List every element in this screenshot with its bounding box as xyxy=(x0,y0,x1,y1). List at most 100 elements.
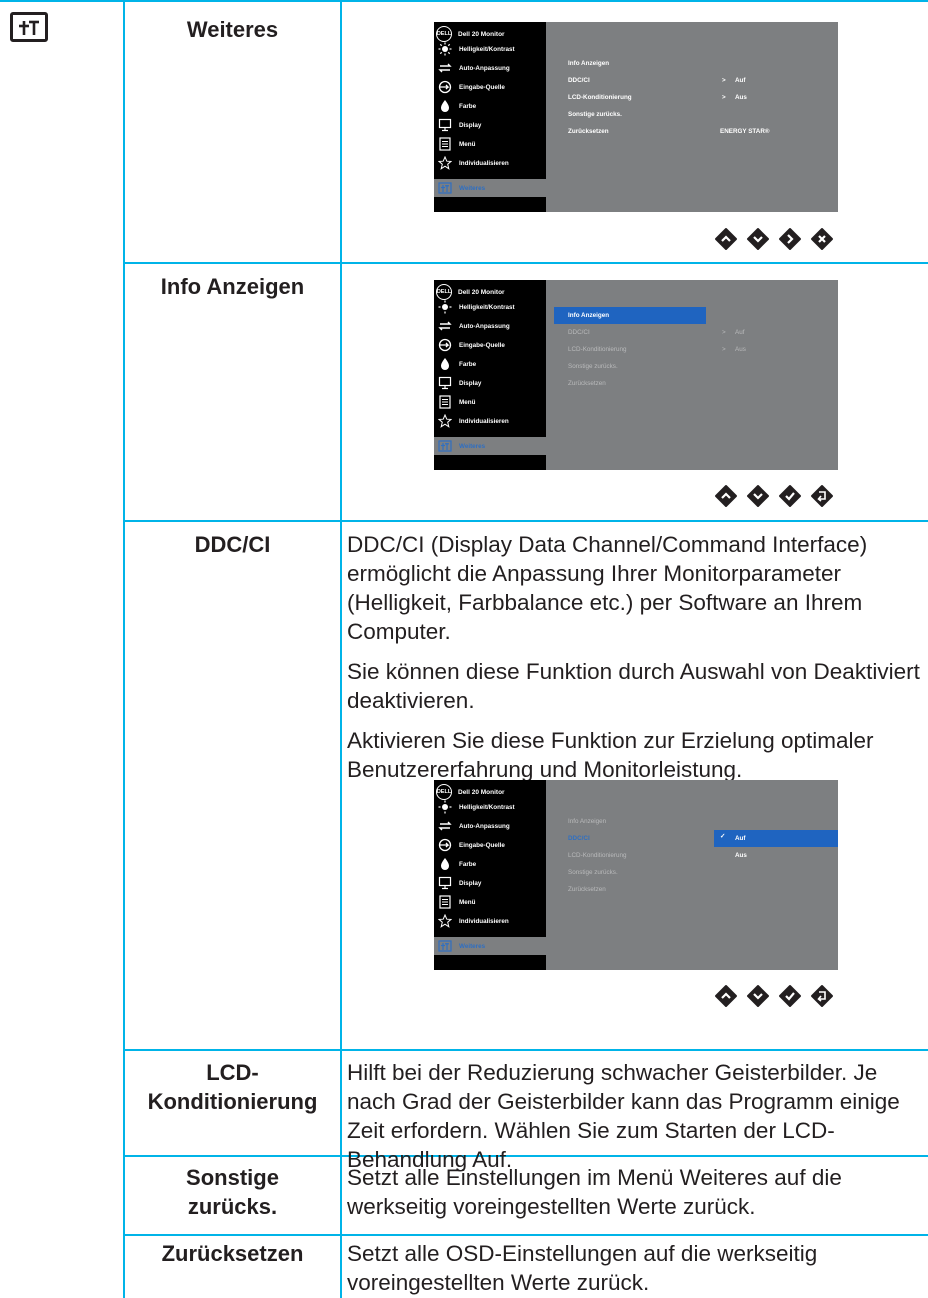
osd-submenu-sonstige[interactable]: Sonstige zurücks. xyxy=(568,111,622,118)
osd-screenshot-ddcci: DELL Dell 20 Monitor Helligkeit/Kontrast… xyxy=(434,780,838,970)
lcd-value: Aus xyxy=(735,346,746,353)
check-mark-icon: ✓ xyxy=(720,833,726,840)
osd-menu-item-weiteres[interactable]: Weiteres xyxy=(434,437,546,455)
right-icon[interactable] xyxy=(778,227,802,251)
check-icon[interactable] xyxy=(778,484,802,508)
osd-menu-item-farbe[interactable]: Farbe xyxy=(434,355,546,373)
osd-menu-item-display[interactable]: Display xyxy=(434,374,546,392)
chevron-right-icon: > xyxy=(722,77,726,84)
osd-menu-item-auto-anpassung[interactable]: Auto-Anpassung xyxy=(434,59,546,77)
osd-menu-label: Helligkeit/Kontrast xyxy=(459,303,515,311)
auto-adjust-icon xyxy=(438,61,452,75)
osd-submenu-sonstige[interactable]: Sonstige zurücks. xyxy=(568,869,618,876)
osd-submenu-lcd[interactable]: LCD-Konditionierung xyxy=(568,94,632,101)
energy-star-label: ENERGY STAR® xyxy=(720,128,770,135)
osd-menu-item-individualisieren[interactable]: Individualisieren xyxy=(434,412,546,430)
ddcci-value: Auf xyxy=(735,329,745,336)
others-icon xyxy=(438,939,452,953)
osd-submenu-zuruecksetzen[interactable]: Zurücksetzen xyxy=(568,128,609,135)
back-icon[interactable] xyxy=(810,484,834,508)
osd-menu-item-farbe[interactable]: Farbe xyxy=(434,97,546,115)
osd-menu-item-menue[interactable]: Menü xyxy=(434,135,546,153)
menu-icon xyxy=(438,895,452,909)
osd-submenu-zuruecksetzen[interactable]: Zurücksetzen xyxy=(568,380,606,387)
osd-menu-item-helligkeit[interactable]: Helligkeit/Kontrast xyxy=(434,798,546,816)
osd-screenshot-info-anzeigen: DELL Dell 20 Monitor Helligkeit/Kontrast… xyxy=(434,280,838,470)
row-label-line: LCD- xyxy=(206,1060,259,1085)
row-divider xyxy=(123,520,928,522)
input-source-icon xyxy=(438,838,452,852)
osd-menu-item-farbe[interactable]: Farbe xyxy=(434,855,546,873)
osd-title: Dell 20 Monitor xyxy=(458,288,505,296)
osd-submenu-ddcci[interactable]: DDC/CI xyxy=(568,77,590,84)
osd-menu-label: Individualisieren xyxy=(459,159,509,167)
osd-submenu-sonstige[interactable]: Sonstige zurücks. xyxy=(568,363,618,370)
down-icon[interactable] xyxy=(746,984,770,1008)
osd-menu-item-helligkeit[interactable]: Helligkeit/Kontrast xyxy=(434,298,546,316)
osd-menu-item-display[interactable]: Display xyxy=(434,116,546,134)
osd-selection-highlight xyxy=(714,830,838,847)
others-menu-icon xyxy=(10,12,48,42)
osd-submenu-lcd[interactable]: LCD-Konditionierung xyxy=(568,346,626,353)
row-label-line: Sonstige xyxy=(186,1165,279,1190)
osd-option-aus[interactable]: Aus xyxy=(735,852,747,859)
osd-menu-item-eingabe-quelle[interactable]: Eingabe-Quelle xyxy=(434,336,546,354)
osd-menu-item-helligkeit[interactable]: Helligkeit/Kontrast xyxy=(434,40,546,58)
osd-menu-item-weiteres[interactable]: Weiteres xyxy=(434,179,546,197)
up-icon[interactable] xyxy=(714,984,738,1008)
display-icon xyxy=(438,876,452,890)
osd-menu-item-individualisieren[interactable]: Individualisieren xyxy=(434,154,546,172)
osd-button-row xyxy=(714,227,834,251)
brightness-icon xyxy=(438,42,452,56)
osd-menu-item-display[interactable]: Display xyxy=(434,874,546,892)
back-icon[interactable] xyxy=(810,984,834,1008)
osd-menu-item-menue[interactable]: Menü xyxy=(434,893,546,911)
display-icon xyxy=(438,376,452,390)
description-paragraph: Aktivieren Sie diese Funktion zur Erziel… xyxy=(347,728,874,782)
auto-adjust-icon xyxy=(438,319,452,333)
up-icon[interactable] xyxy=(714,227,738,251)
chevron-right-icon: > xyxy=(722,329,726,336)
star-icon xyxy=(438,414,452,428)
lcd-description: Hilft bei der Reduzierung schwacher Geis… xyxy=(347,1060,900,1172)
row-divider xyxy=(123,262,928,264)
osd-submenu-ddcci[interactable]: DDC/CI xyxy=(568,329,590,336)
osd-menu-item-auto-anpassung[interactable]: Auto-Anpassung xyxy=(434,317,546,335)
osd-submenu-lcd[interactable]: LCD-Konditionierung xyxy=(568,852,626,859)
osd-screenshot-weiteres: DELL Dell 20 Monitor Helligkeit/Kontrast… xyxy=(434,22,838,212)
osd-menu-label: Display xyxy=(459,379,482,387)
osd-submenu-info[interactable]: Info Anzeigen xyxy=(568,818,606,825)
osd-menu-item-eingabe-quelle[interactable]: Eingabe-Quelle xyxy=(434,78,546,96)
osd-menu-label: Menü xyxy=(459,898,476,906)
osd-submenu-info[interactable]: Info Anzeigen xyxy=(568,60,609,67)
osd-sidebar-bottom xyxy=(434,956,546,970)
osd-menu-label: Auto-Anpassung xyxy=(459,64,510,72)
osd-menu-item-weiteres[interactable]: Weiteres xyxy=(434,937,546,955)
osd-menu-item-individualisieren[interactable]: Individualisieren xyxy=(434,912,546,930)
osd-menu-label: Farbe xyxy=(459,360,477,368)
osd-menu-item-menue[interactable]: Menü xyxy=(434,393,546,411)
down-icon[interactable] xyxy=(746,484,770,508)
osd-menu-item-eingabe-quelle[interactable]: Eingabe-Quelle xyxy=(434,836,546,854)
check-icon[interactable] xyxy=(778,984,802,1008)
osd-submenu-info[interactable]: Info Anzeigen xyxy=(568,312,609,319)
row-label-lcd-konditionierung: LCD- Konditionierung xyxy=(125,1058,340,1116)
osd-option-auf[interactable]: Auf xyxy=(735,835,746,842)
close-icon[interactable] xyxy=(810,227,834,251)
osd-menu-label: Individualisieren xyxy=(459,417,509,425)
lcd-value: Aus xyxy=(735,94,747,101)
display-icon xyxy=(438,118,452,132)
up-icon[interactable] xyxy=(714,484,738,508)
osd-menu-label: Farbe xyxy=(459,102,477,110)
osd-submenu-ddcci[interactable]: DDC/CI xyxy=(568,835,590,842)
osd-menu-item-auto-anpassung[interactable]: Auto-Anpassung xyxy=(434,817,546,835)
row-label-weiteres: Weiteres xyxy=(186,17,279,42)
osd-menu-label: Auto-Anpassung xyxy=(459,822,510,830)
osd-title: Dell 20 Monitor xyxy=(458,30,505,38)
row-label-ddcci: DDC/CI xyxy=(194,532,271,557)
osd-menu-label: Auto-Anpassung xyxy=(459,322,510,330)
down-icon[interactable] xyxy=(746,227,770,251)
color-icon xyxy=(438,857,452,871)
star-icon xyxy=(438,156,452,170)
osd-submenu-zuruecksetzen[interactable]: Zurücksetzen xyxy=(568,886,606,893)
